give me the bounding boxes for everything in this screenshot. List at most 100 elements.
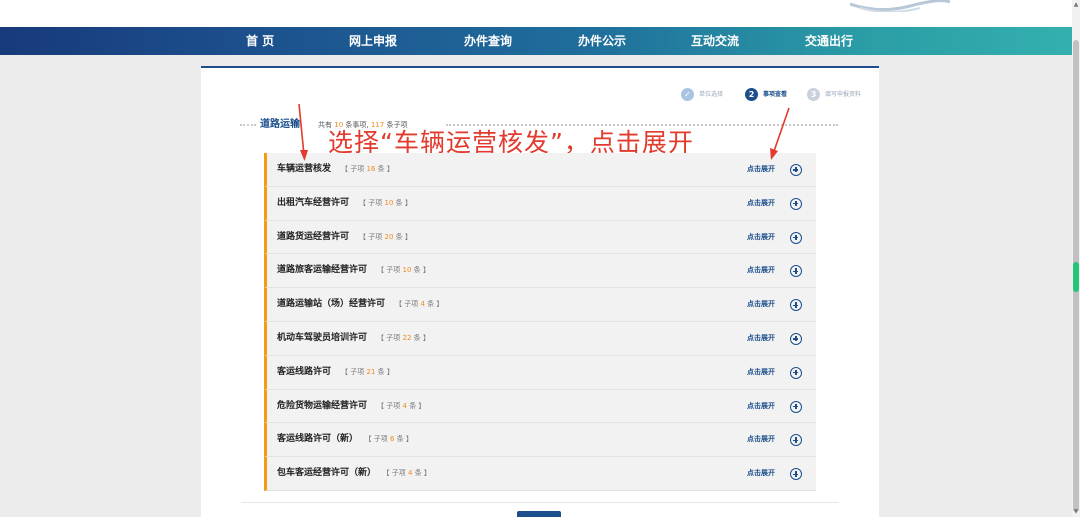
sub-suffix: 条 】	[409, 401, 426, 410]
expand-link[interactable]: 点击展开	[747, 423, 775, 456]
sub-suffix: 条 】	[413, 333, 430, 342]
sub-suffix: 条 】	[413, 266, 430, 275]
item-sub-count: 【 子项 10 条 】	[359, 199, 412, 207]
list-item[interactable]: 客运线路许可【 子项 21 条 】 点击展开	[264, 355, 816, 390]
expand-link[interactable]: 点击展开	[747, 221, 775, 254]
divider	[241, 502, 839, 503]
scroll-position-marker	[1073, 262, 1079, 292]
item-title: 出租汽车经营许可	[277, 197, 350, 208]
scroll-up-arrow-icon[interactable]: ▲	[1072, 0, 1080, 10]
list-item[interactable]: 道路旅客运输经营许可【 子项 10 条 】 点击展开	[264, 254, 816, 289]
step-done-check-icon: ✓	[681, 88, 694, 101]
sub-suffix: 条 】	[377, 165, 394, 173]
expand-link[interactable]: 点击展开	[747, 288, 775, 321]
item-list: 车辆运营核发【 子项 16 条 】 点击展开 出租汽车经营许可【 子项 10 条…	[264, 153, 816, 491]
section-title: 道路运输	[260, 119, 300, 130]
sub-number: 20	[384, 232, 394, 241]
item-sub-count: 【 子项 6 条 】	[368, 435, 413, 443]
item-name: 机动车驾驶员培训许可【 子项 22 条 】	[277, 322, 430, 355]
sub-number: 4	[420, 300, 425, 309]
expand-plus-icon[interactable]	[790, 434, 802, 447]
expand-plus-icon[interactable]	[790, 265, 802, 278]
item-title: 机动车驾驶员培训许可	[277, 332, 368, 343]
expand-link[interactable]: 点击展开	[747, 356, 775, 389]
item-title: 车辆运营核发	[277, 164, 332, 174]
divider	[240, 124, 256, 126]
sub-prefix: 【 子项	[377, 266, 401, 275]
sub-number: 22	[402, 333, 412, 342]
sub-prefix: 【 子项	[341, 165, 365, 173]
expand-plus-icon[interactable]	[790, 299, 802, 312]
expand-link[interactable]: 点击展开	[747, 187, 775, 220]
nav-item-case-query[interactable]: 办件查询	[464, 27, 512, 55]
list-item[interactable]: 危险货物运输经营许可【 子项 4 条 】 点击展开	[264, 389, 816, 424]
sub-suffix: 条 】	[377, 367, 394, 376]
expand-link[interactable]: 点击展开	[747, 254, 775, 287]
item-title: 包车客运经营许可（新）	[277, 468, 377, 479]
list-item[interactable]: 出租汽车经营许可【 子项 10 条 】 点击展开	[264, 186, 816, 221]
expand-link[interactable]: 点击展开	[747, 153, 775, 186]
sub-number: 10	[384, 198, 394, 207]
expand-plus-icon[interactable]	[790, 400, 802, 413]
step-number: 2	[745, 88, 758, 101]
expand-plus-icon[interactable]	[790, 164, 802, 176]
sub-suffix: 条 】	[395, 232, 412, 241]
divider	[446, 124, 838, 126]
sub-prefix: 【 子项	[386, 469, 406, 478]
item-title: 道路旅客运输经营许可	[277, 265, 368, 276]
sub-suffix: 条 】	[427, 300, 444, 309]
expand-plus-icon[interactable]	[790, 197, 802, 210]
item-name: 车辆运营核发 【 子项 16 条 】	[277, 153, 394, 186]
item-title: 客运线路许可（新）	[277, 434, 359, 445]
item-name: 道路旅客运输经营许可【 子项 10 条 】	[277, 254, 430, 287]
step-label: 单位选择	[699, 91, 724, 98]
expand-plus-icon[interactable]	[790, 332, 802, 345]
list-item[interactable]: 道路运输站（场）经营许可【 子项 4 条 】 点击展开	[264, 288, 816, 322]
scroll-down-arrow-icon[interactable]: ▼	[1072, 507, 1080, 517]
step-number: 3	[807, 88, 820, 101]
item-title: 道路运输站（场）经营许可	[277, 299, 386, 310]
nav-item-traffic[interactable]: 交通出行	[805, 27, 853, 55]
item-name: 道路运输站（场）经营许可【 子项 4 条 】	[277, 288, 443, 321]
sub-prefix: 【 子项	[341, 367, 365, 376]
sub-prefix: 【 子项	[359, 198, 383, 207]
sub-number: 16	[366, 165, 376, 173]
item-name: 客运线路许可（新） 【 子项 6 条 】	[277, 423, 413, 456]
expand-link[interactable]: 点击展开	[747, 322, 775, 355]
list-item[interactable]: 机动车驾驶员培训许可【 子项 22 条 】 点击展开	[264, 321, 816, 356]
sub-number: 10	[402, 266, 412, 275]
list-item[interactable]: 客运线路许可（新） 【 子项 6 条 】 点击展开	[264, 423, 816, 458]
step-label: 填写申报资料	[825, 91, 862, 98]
item-name: 危险货物运输经营许可【 子项 4 条 】	[277, 390, 425, 423]
expand-link[interactable]: 点击展开	[747, 390, 775, 423]
item-sub-count: 【 子项 21 条 】	[341, 368, 394, 376]
sub-suffix: 条 】	[396, 435, 413, 444]
item-name: 客运线路许可【 子项 21 条 】	[277, 356, 394, 389]
sub-prefix: 【 子项	[377, 333, 401, 342]
page-scrollbar[interactable]: ▲ ▼	[1072, 0, 1080, 517]
item-sub-count: 【 子项 10 条 】	[377, 266, 430, 274]
expand-plus-icon[interactable]	[790, 468, 802, 481]
sub-prefix: 【 子项	[377, 401, 401, 410]
next-step-button[interactable]	[517, 511, 561, 517]
list-item[interactable]: 道路货运经营许可【 子项 20 条 】 点击展开	[264, 220, 816, 255]
item-name: 道路货运经营许可【 子项 20 条 】	[277, 221, 412, 254]
sub-prefix: 【 子项	[359, 232, 383, 241]
item-name: 包车客运经营许可（新） 【 子项 4 条 】	[277, 457, 431, 490]
item-sub-count: 【 子项 20 条 】	[359, 233, 412, 241]
header-decoration-icon	[850, 0, 950, 12]
sub-suffix: 条 】	[414, 469, 431, 478]
item-title: 危险货物运输经营许可	[277, 400, 368, 411]
expand-link[interactable]: 点击展开	[747, 457, 775, 490]
sub-suffix: 条 】	[395, 198, 412, 207]
list-item[interactable]: 车辆运营核发 【 子项 16 条 】 点击展开	[264, 153, 816, 187]
top-header-band	[0, 0, 1080, 27]
nav-item-interaction[interactable]: 互动交流	[691, 27, 739, 55]
step-label: 事项查看	[763, 91, 788, 98]
expand-plus-icon[interactable]	[790, 366, 802, 379]
nav-item-case-public[interactable]: 办件公示	[578, 27, 626, 55]
expand-plus-icon[interactable]	[790, 231, 802, 244]
list-item[interactable]: 包车客运经营许可（新） 【 子项 4 条 】 点击展开	[264, 457, 816, 491]
nav-item-home[interactable]: 首 页	[246, 27, 274, 55]
nav-item-online-apply[interactable]: 网上申报	[349, 27, 397, 55]
